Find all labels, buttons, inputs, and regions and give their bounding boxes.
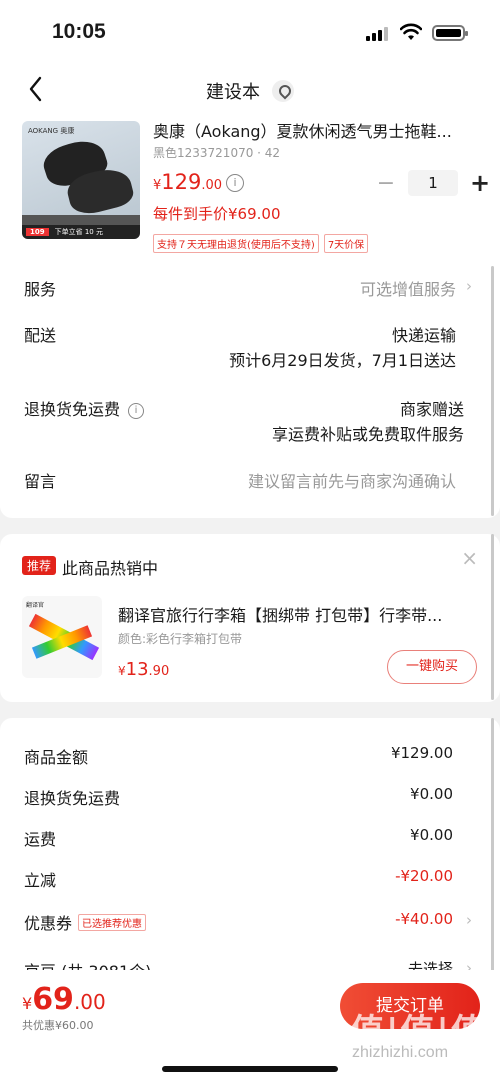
- summary-row-coupon[interactable]: 优惠券 已选推荐优惠 -¥40.00 ›: [0, 906, 500, 936]
- watermark-url: zhizhizhi.com: [352, 1044, 449, 1061]
- price-protect-badge: 7天价保: [323, 234, 369, 253]
- home-indicator: [162, 1066, 338, 1072]
- summary-row-return-shipping: 退换货免运费 ¥0.00: [24, 785, 453, 808]
- product-spec: 黑色1233721070 · 42: [153, 146, 281, 160]
- decrease-button[interactable]: −: [376, 171, 396, 196]
- wifi-icon: [400, 23, 422, 40]
- summary-row-shipping: 运费 ¥0.00: [24, 826, 453, 849]
- total-saved: 共优惠¥60.00: [22, 1019, 94, 1032]
- status-time: 10:05: [52, 20, 106, 43]
- summary-row-goods: 商品金额 ¥129.00: [24, 744, 453, 767]
- recommendation-card: 推荐 此商品热销中 × 翻译官 翻译官旅行行李箱【捆绑带 打包带】行李带... …: [0, 534, 500, 702]
- total-price: ¥69.00: [22, 982, 106, 1017]
- product-price: ¥129.00: [153, 170, 223, 194]
- price-info-icon[interactable]: i: [226, 174, 244, 192]
- recommend-product-name[interactable]: 翻译官旅行行李箱【捆绑带 打包带】行李带...: [118, 602, 468, 626]
- summary-row-discount: 立减 -¥20.00: [24, 867, 453, 890]
- scrollbar[interactable]: [491, 266, 494, 516]
- info-icon[interactable]: i: [128, 403, 145, 419]
- chevron-right-icon: ›: [466, 277, 472, 295]
- product-badges: 支持７天无理由退货(使用后不支持) 7天价保: [153, 234, 369, 253]
- page-title[interactable]: 建设本: [206, 78, 260, 104]
- recommend-product-spec: 颜色:彩色行李箱打包带: [118, 632, 243, 646]
- status-bar: 10:05: [0, 0, 500, 66]
- quantity-value[interactable]: 1: [408, 170, 458, 196]
- cellular-signal-icon: [366, 27, 390, 41]
- product-card: AOKANG 奥康 109 下单立省 10 元 奥康（Aokang）夏款休闲透气男…: [0, 114, 500, 264]
- recommend-product-image[interactable]: 翻译官: [22, 596, 102, 678]
- nav-bar: 建设本: [0, 66, 500, 114]
- quantity-stepper: − 1 +: [376, 169, 490, 197]
- coupon-badge: 已选推荐优惠: [78, 914, 147, 931]
- close-icon[interactable]: ×: [461, 546, 478, 570]
- recommend-title: 此商品热销中: [62, 559, 159, 578]
- return-policy-badge: 支持７天无理由退货(使用后不支持): [153, 234, 319, 253]
- recommend-product-price: ¥13.90: [118, 659, 170, 680]
- battery-icon: [432, 25, 468, 41]
- product-title[interactable]: 奥康（Aokang）夏款休闲透气男士拖鞋...: [153, 118, 473, 142]
- product-image-tag: 109 下单立省 10 元: [22, 225, 140, 239]
- product-image[interactable]: AOKANG 奥康 109 下单立省 10 元: [22, 121, 140, 239]
- price-summary: 商品金额 ¥129.00 退换货免运费 ¥0.00 运费 ¥0.00 立减 -¥20.0…: [0, 718, 500, 988]
- unit-price: 每件到手价¥69.00: [153, 205, 281, 223]
- location-icon[interactable]: [272, 80, 294, 102]
- chevron-right-icon: ›: [466, 911, 472, 929]
- one-click-buy-button[interactable]: 一键购买: [387, 650, 477, 684]
- order-info-section: 服务 可选增值服务 › 配送 快递运输 预计6月29日发货，7月1日送达 退换货…: [0, 264, 500, 518]
- nav-title-bar: 建设本: [0, 78, 500, 104]
- increase-button[interactable]: +: [470, 169, 490, 197]
- scrollbar[interactable]: [491, 534, 494, 700]
- product-image-brand: AOKANG 奥康: [28, 127, 75, 135]
- recommend-tag: 推荐: [22, 556, 57, 575]
- message-input[interactable]: 建议留言前先与商家沟通确认: [248, 468, 456, 492]
